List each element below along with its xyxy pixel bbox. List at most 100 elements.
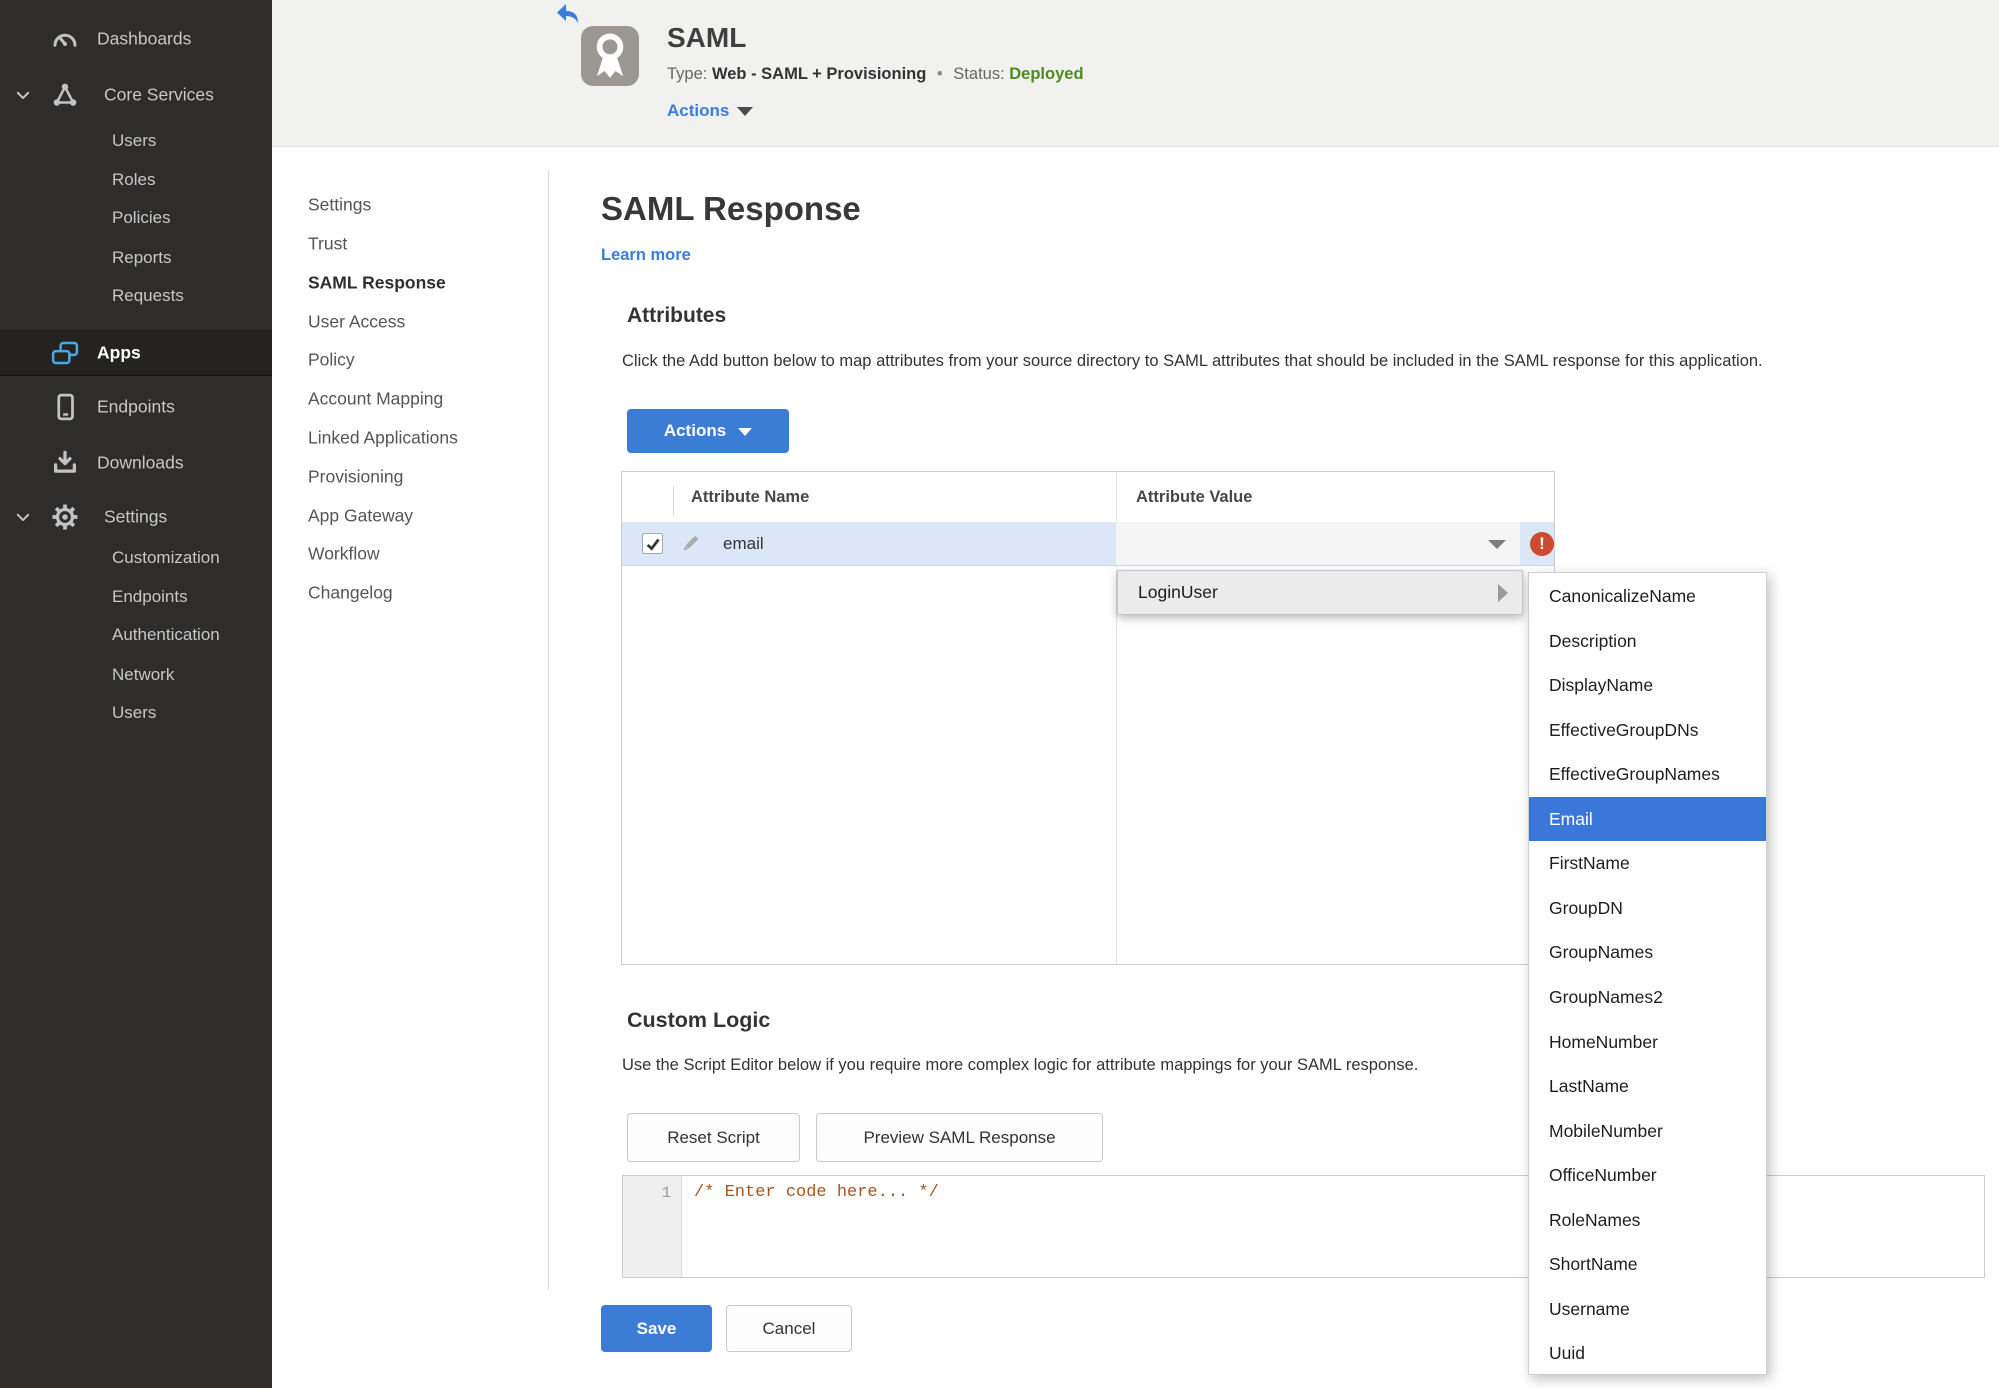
sidebar-subitem-label: Policies [112,208,171,227]
submenu-item-homenumber[interactable]: HomeNumber [1529,1020,1766,1064]
sidebar-subitem-network[interactable]: Network [0,655,272,695]
endpoints-icon [50,392,80,422]
custom-logic-heading: Custom Logic [627,1008,771,1032]
chevron-right-icon [1498,584,1508,602]
sidebar-item-label: Endpoints [97,396,175,417]
sidebar-subitem-endpoints[interactable]: Endpoints [0,577,272,617]
separator-dot: • [936,65,943,83]
submenu-item-effectivegroupdns[interactable]: EffectiveGroupDNs [1529,708,1766,752]
subnav-item-changelog[interactable]: Changelog [308,583,393,604]
submenu-item-canonicalizename[interactable]: CanonicalizeName [1529,574,1766,618]
subnav-item-account-mapping[interactable]: Account Mapping [308,389,443,410]
attributes-table: Attribute Name Attribute Value email ! [621,471,1555,965]
apps-icon [50,338,80,368]
column-header-attribute-name: Attribute Name [691,488,810,506]
attribute-submenu: CanonicalizeName Description DisplayName Ef… [1528,572,1767,1375]
sidebar-subitem-authentication[interactable]: Authentication [0,615,272,655]
sidebar-subitem-requests[interactable]: Requests [0,276,272,316]
sidebar-subitem-label: Roles [112,170,156,189]
header-actions-menu[interactable]: Actions [667,101,754,121]
sidebar-item-endpoints[interactable]: Endpoints [0,384,272,430]
sidebar-subitem-customization[interactable]: Customization [0,538,272,578]
subnav-item-trust[interactable]: Trust [308,234,347,255]
attributes-actions-button[interactable]: Actions [627,409,789,453]
subnav-item-settings[interactable]: Settings [308,195,371,216]
sidebar-subitem-users[interactable]: Users [0,693,272,733]
edit-pencil-icon[interactable] [678,532,702,556]
sidebar-item-label: Downloads [97,452,184,473]
column-header-attribute-value: Attribute Value [1136,488,1253,506]
row-checkbox[interactable] [642,533,663,554]
submenu-item-groupnames2[interactable]: GroupNames2 [1529,975,1766,1019]
sidebar-item-core-services[interactable]: Core Services [0,72,272,118]
sidebar-subitem-label: Authentication [112,625,220,644]
subnav-item-workflow[interactable]: Workflow [308,544,380,565]
preview-saml-response-button[interactable]: Preview SAML Response [816,1113,1103,1162]
header-actions-label: Actions [667,101,730,120]
submenu-item-uuid[interactable]: Uuid [1529,1331,1766,1375]
reset-script-button[interactable]: Reset Script [627,1113,800,1162]
submenu-item-rolenames[interactable]: RoleNames [1529,1198,1766,1242]
script-editor[interactable]: 1 /* Enter code here... */ [622,1175,1985,1278]
dropdown-item-loginuser[interactable]: LoginUser [1117,570,1523,615]
column-divider [673,486,674,516]
subnav-item-policy[interactable]: Policy [308,350,355,371]
sidebar-subitem-policies[interactable]: Policies [0,198,272,238]
loginuser-label: LoginUser [1138,582,1218,602]
subnav-item-app-gateway[interactable]: App Gateway [308,506,413,527]
sidebar-subitem-roles[interactable]: Roles [0,160,272,200]
chevron-down-icon [738,427,753,436]
submenu-item-mobilenumber[interactable]: MobileNumber [1529,1109,1766,1153]
sidebar-subitem-label: Endpoints [112,587,188,606]
sidebar-subitem-label: Users [112,703,157,722]
subnav-item-linked-applications[interactable]: Linked Applications [308,428,458,449]
attributes-description: Click the Add button below to map attrib… [622,352,1763,370]
submenu-item-shortname[interactable]: ShortName [1529,1242,1766,1286]
submenu-item-firstname[interactable]: FirstName [1529,841,1766,885]
subnav-item-saml-response[interactable]: SAML Response [308,273,446,294]
submenu-item-lastname[interactable]: LastName [1529,1064,1766,1108]
attributes-heading: Attributes [627,304,727,327]
chevron-down-icon [1488,540,1506,549]
subnav-item-user-access[interactable]: User Access [308,312,405,333]
attribute-name-cell: email [723,534,764,553]
app-type-status: Type: Web - SAML + Provisioning • Status… [667,65,1084,84]
save-button[interactable]: Save [601,1305,712,1352]
submenu-item-email[interactable]: Email [1529,796,1766,841]
table-row[interactable]: email ! [622,522,1554,566]
dashboard-icon [50,24,80,54]
submenu-item-effectivegroupnames[interactable]: EffectiveGroupNames [1529,752,1766,796]
settings-icon [50,502,80,532]
sidebar-subitem-label: Customization [112,548,220,567]
subnav-item-provisioning[interactable]: Provisioning [308,467,403,488]
sidebar-item-apps[interactable]: Apps [0,330,272,376]
chevron-down-icon[interactable] [14,508,32,526]
attribute-value-dropdown[interactable] [1116,522,1520,565]
submenu-item-username[interactable]: Username [1529,1287,1766,1331]
submenu-item-displayname[interactable]: DisplayName [1529,663,1766,707]
editor-code[interactable]: /* Enter code here... */ [694,1183,939,1202]
app-title: SAML [667,22,747,53]
sidebar-item-dashboards[interactable]: Dashboards [0,16,272,62]
submenu-item-description[interactable]: Description [1529,619,1766,663]
downloads-icon [50,448,80,478]
submenu-item-officenumber[interactable]: OfficeNumber [1529,1153,1766,1197]
chevron-down-icon[interactable] [14,86,32,104]
sidebar-item-downloads[interactable]: Downloads [0,440,272,486]
sidebar-item-label: Dashboards [97,28,192,49]
attributes-actions-label: Actions [663,421,727,440]
cancel-button[interactable]: Cancel [726,1305,852,1352]
sidebar-item-label: Apps [97,342,141,363]
submenu-item-groupnames[interactable]: GroupNames [1529,930,1766,974]
sidebar-item-settings[interactable]: Settings [0,494,272,540]
type-label: Type: [667,65,708,83]
sidebar-subitem-reports[interactable]: Reports [0,238,272,278]
learn-more-link[interactable]: Learn more [601,246,691,265]
sidebar-subitem-label: Users [112,131,157,150]
saml-app-icon [581,26,639,86]
submenu-item-groupdn[interactable]: GroupDN [1529,886,1766,930]
sidebar: Dashboards Core Services Users Roles Policie… [0,0,272,1388]
sidebar-subitem-users[interactable]: Users [0,121,272,161]
error-icon: ! [1530,532,1554,556]
back-arrow-icon[interactable] [556,3,580,25]
